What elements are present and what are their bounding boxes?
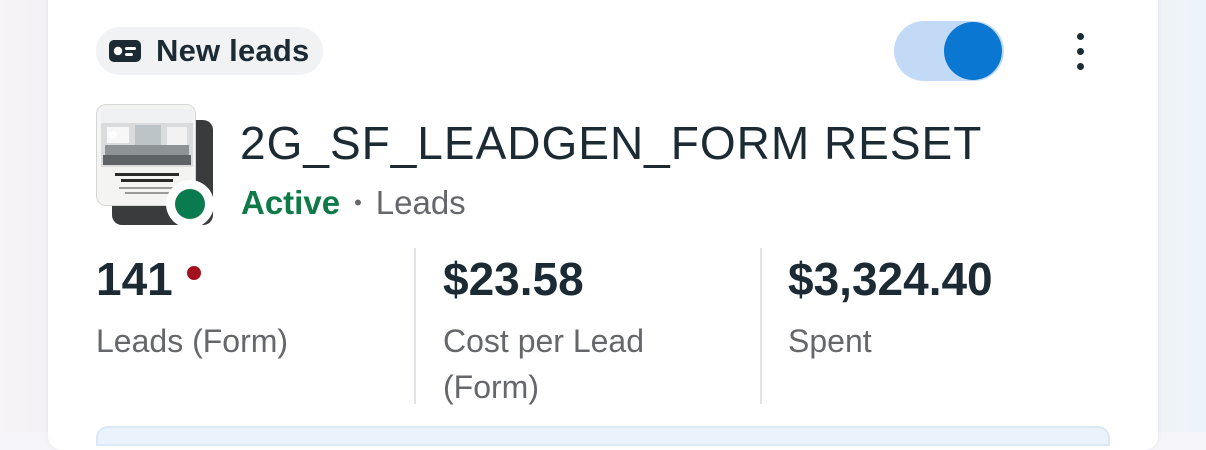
- ad-type: Leads: [375, 184, 466, 221]
- ad-thumbnail[interactable]: [96, 104, 220, 228]
- more-dot: [1076, 62, 1084, 70]
- metric-cost-per-lead-label: Cost per Lead (Form): [443, 323, 645, 405]
- active-dot-icon: [175, 189, 205, 219]
- objective-label: New leads: [156, 33, 310, 68]
- metric-spent-value: $3,324.40: [788, 253, 993, 305]
- status-indicator: [166, 180, 214, 228]
- metric-leads-label: Leads (Form): [96, 323, 289, 359]
- metric-spent: $3,324.40 Spent: [788, 252, 993, 364]
- ad-status-row: Active • Leads: [241, 184, 466, 222]
- metric-spent-label: Spent: [788, 323, 872, 359]
- alert-dot-icon: [186, 266, 201, 280]
- background-right: [1158, 0, 1206, 432]
- more-vertical-icon: [1076, 32, 1084, 40]
- metric-cost-per-lead: $23.58 Cost per Lead (Form): [443, 252, 743, 410]
- metric-divider: [760, 248, 762, 404]
- objective-chip: New leads: [96, 27, 324, 75]
- ad-status-toggle[interactable]: [894, 21, 1004, 81]
- ad-name[interactable]: 2G_SF_LEADGEN_FORM RESET: [240, 116, 982, 170]
- more-options-button[interactable]: [1060, 28, 1100, 74]
- ad-status: Active: [241, 184, 341, 221]
- bottom-panel: [96, 426, 1110, 446]
- background-left: [0, 0, 48, 432]
- status-separator: •: [354, 190, 362, 215]
- metric-leads-value-row: 141: [96, 252, 288, 306]
- metric-divider: [414, 248, 416, 404]
- metric-leads-value: 141: [96, 253, 173, 305]
- more-dot: [1076, 47, 1084, 55]
- toggle-knob: [944, 22, 1002, 80]
- metric-cost-per-lead-value: $23.58: [443, 253, 584, 305]
- lead-form-icon: [109, 40, 141, 62]
- metric-leads: 141 Leads (Form): [96, 252, 288, 364]
